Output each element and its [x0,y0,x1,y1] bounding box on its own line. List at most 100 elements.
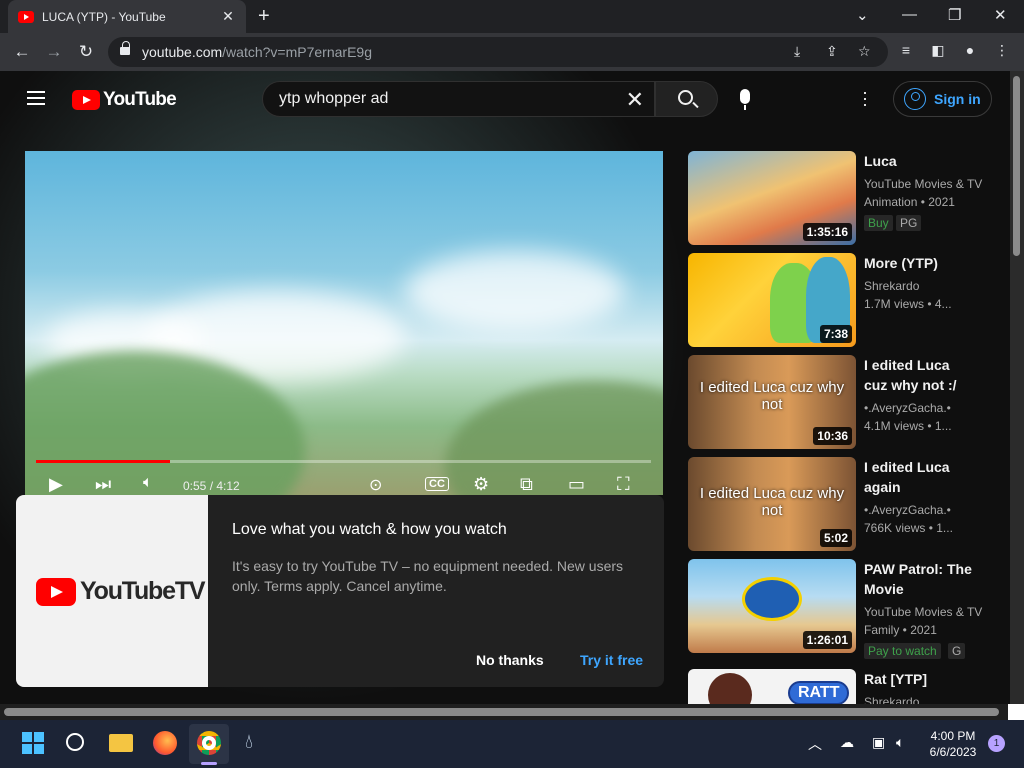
reload-icon[interactable]: ↻ [76,42,96,62]
video-thumbnail[interactable]: RATT [688,669,856,704]
video-title[interactable]: More (YTP) [864,253,974,273]
try-it-free-button[interactable]: Try it free [580,652,643,668]
fullscreen-icon[interactable]: ⛶ [617,474,630,495]
horizontal-scroll-thumb[interactable] [4,708,999,716]
browser-tab-active[interactable]: LUCA (YTP) - YouTube ✕ [8,0,246,33]
channel-name[interactable]: •.AveryzGacha.• [864,399,951,417]
minimize-icon[interactable]: — [902,6,917,23]
browser-menu-icon[interactable]: ⋮ [992,42,1012,59]
youtube-tv-promo: YouTubeTV Love what you watch & how you … [16,495,664,687]
share-icon[interactable]: ⇪ [826,43,838,60]
taskbar-clock[interactable]: 4:00 PM 6/6/2023 [922,728,984,760]
channel-name[interactable]: YouTube Movies & TV [864,175,982,193]
video-title[interactable]: I edited Luca again [864,457,974,497]
show-hidden-icons-icon[interactable]: ︿ [808,734,822,754]
profile-icon[interactable]: ● [960,42,980,58]
close-window-icon[interactable]: ✕ [994,6,1007,24]
captions-icon[interactable]: CC [425,477,449,491]
forward-icon[interactable]: → [44,42,64,62]
microphone-icon[interactable] [740,89,750,110]
video-thumbnail[interactable]: I edited Luca cuz why not 5:02 [688,457,856,551]
sign-in-label: Sign in [934,91,981,107]
back-icon[interactable]: ← [12,42,32,62]
restore-icon[interactable]: ❐ [948,6,961,24]
sign-in-button[interactable]: Sign in [893,81,992,117]
no-thanks-button[interactable]: No thanks [476,652,544,668]
network-icon[interactable]: ▣ [872,734,885,751]
video-meta: Animation • 2021 [864,195,955,209]
file-explorer-icon[interactable] [109,734,133,752]
recommendation-item[interactable]: RATT Rat [YTP] Shrekardo [688,669,1008,704]
promo-artwork: YouTubeTV [16,495,208,687]
start-tile [22,744,32,754]
url-path: /watch?v=mP7ernarE9g [222,44,372,60]
side-panel-icon[interactable]: ◧ [928,42,948,59]
play-icon[interactable]: ▶ [49,474,63,495]
video-title[interactable]: I edited Luca cuz why not :/ [864,355,974,395]
clock-time: 4:00 PM [930,729,976,743]
video-thumbnail[interactable]: 1:26:01 [688,559,856,653]
browser-tabstrip: LUCA (YTP) - YouTube ✕ + ⌄ — ❐ ✕ [0,0,1024,33]
recommendation-item[interactable]: I edited Luca cuz why not 10:36 I edited… [688,355,1008,449]
youtube-wordmark: YouTube [103,89,177,110]
active-app-indicator [201,762,217,765]
tab-search-icon[interactable]: ⌄ [856,6,869,24]
search-input[interactable]: ytp whopper ad ✕ [262,81,655,117]
recommendation-item[interactable]: 1:35:16 Luca YouTube Movies & TV Animati… [688,151,1008,245]
volume-icon[interactable]: 🔈︎ [143,474,153,492]
video-thumbnail[interactable]: I edited Luca cuz why not 10:36 [688,355,856,449]
vertical-scroll-thumb[interactable] [1013,76,1020,256]
autoplay-toggle-icon[interactable]: ⊙ [369,475,382,495]
close-tab-icon[interactable]: ✕ [220,8,236,25]
windows-taskbar: 💧︎ ︿ ☁ ▣ 🔈︎ 4:00 PM 6/6/2023 1 [0,720,1024,768]
channel-name[interactable]: Shrekardo [864,277,919,295]
video-thumbnail[interactable]: 1:35:16 [688,151,856,245]
miniplayer-icon[interactable]: ⧉ [520,474,533,495]
time-display: 0:55 / 4:12 [183,479,240,493]
water-drop-app-icon[interactable]: 💧︎ [245,731,253,754]
lock-icon[interactable] [120,41,130,57]
video-player[interactable]: ▶ ⏭ 🔈︎ 0:55 / 4:12 ⊙ CC ⚙ ⧉ ▭ ⛶ [25,151,663,495]
hamburger-menu-icon[interactable] [27,91,45,105]
bookmark-star-icon[interactable]: ☆ [858,43,871,60]
recommendation-item[interactable]: 1:26:01 PAW Patrol: The Movie YouTube Mo… [688,559,1008,659]
video-duration: 7:38 [819,325,852,343]
notification-badge[interactable]: 1 [988,735,1005,752]
windows-start-icon[interactable] [22,732,44,754]
channel-name[interactable]: •.AveryzGacha.• [864,501,951,519]
taskbar-search-icon[interactable] [66,733,84,751]
clear-search-icon[interactable]: ✕ [626,87,644,113]
youtube-tv-play-icon [36,577,76,606]
video-thumbnail[interactable]: 7:38 [688,253,856,347]
theater-mode-icon[interactable]: ▭ [568,474,585,495]
video-duration: 5:02 [819,529,852,547]
channel-name[interactable]: Shrekardo [864,693,919,704]
install-app-icon[interactable]: ⤓ [794,43,800,60]
recommendation-item[interactable]: 7:38 More (YTP) Shrekardo 1.7M views • 4… [688,253,1008,347]
youtube-play-icon [72,90,100,110]
recommendation-item[interactable]: I edited Luca cuz why not 5:02 I edited … [688,457,1008,551]
settings-menu-icon[interactable]: · · · [858,83,872,113]
video-duration: 10:36 [813,427,852,445]
new-tab-button[interactable]: + [258,5,270,28]
video-title[interactable]: PAW Patrol: The Movie [864,559,974,599]
thumbnail-shield-logo [742,577,802,621]
url-host: youtube.com [142,44,223,60]
address-bar[interactable]: youtube.com/watch?v=mP7ernarE9g ⤓ ⇪ ☆ [108,37,888,67]
thumbnail-caption: RATT [788,681,850,704]
onedrive-icon[interactable]: ☁ [840,734,854,751]
video-title[interactable]: Rat [YTP] [864,669,974,689]
scrollbar-corner [1008,704,1024,720]
channel-name[interactable]: YouTube Movies & TV [864,603,982,621]
settings-gear-icon[interactable]: ⚙ [473,474,489,495]
search-button[interactable] [655,81,718,117]
youtube-logo[interactable]: YouTube [72,89,177,111]
video-title[interactable]: Luca [864,151,974,171]
chrome-icon[interactable] [197,731,221,755]
rating-badge: G [948,643,966,659]
next-video-icon[interactable]: ⏭ [95,474,111,495]
media-controls-icon[interactable]: ≡ [896,42,916,58]
volume-tray-icon[interactable]: 🔈︎ [896,734,904,751]
firefox-icon[interactable] [153,731,177,755]
badge-row: Pay to watch G [864,643,984,661]
